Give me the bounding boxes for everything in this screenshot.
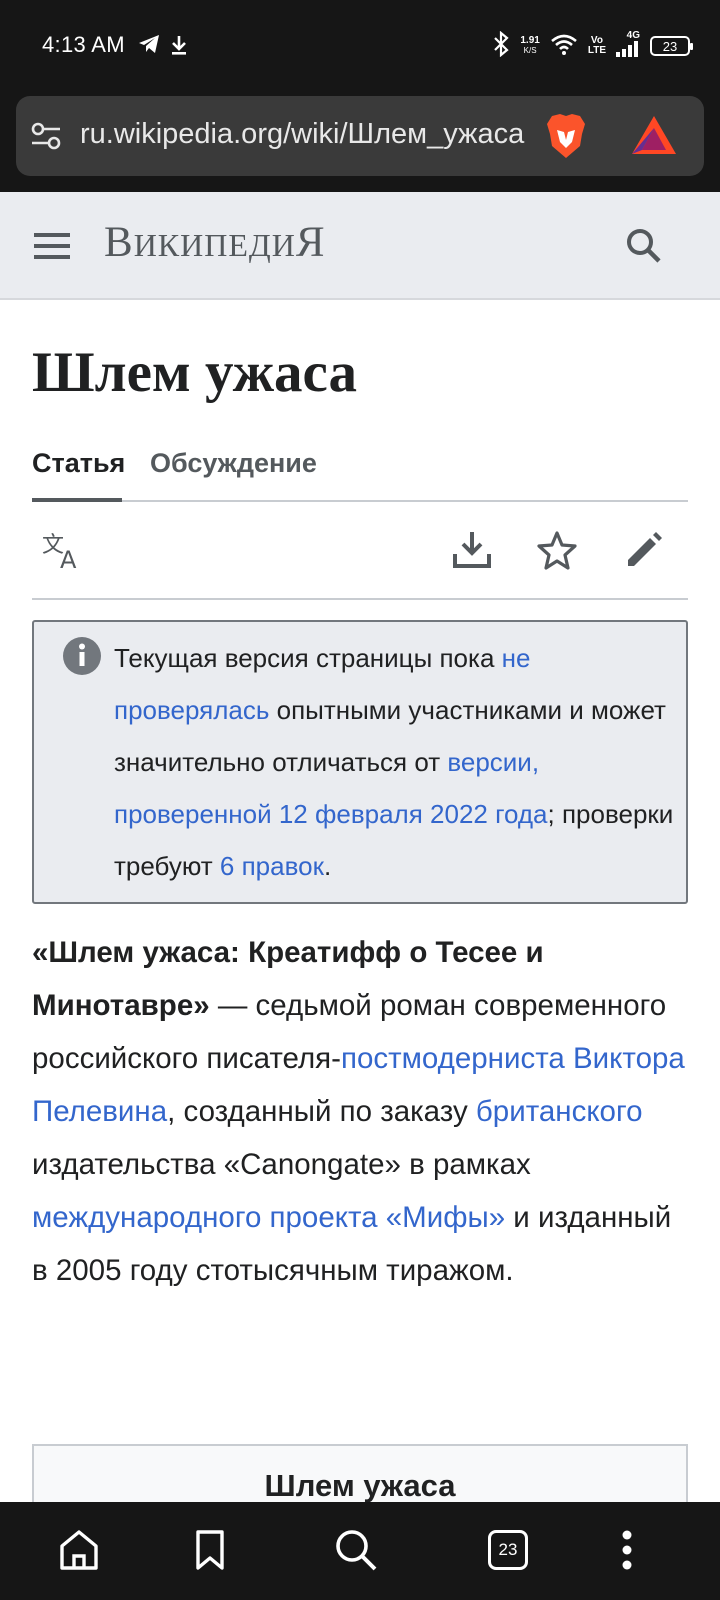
battery-icon: 23 bbox=[650, 36, 693, 56]
page-actions: 文 A bbox=[32, 504, 688, 600]
british-link[interactable]: британского bbox=[476, 1095, 643, 1128]
page-title: Шлем ужаса bbox=[32, 341, 358, 404]
signal-group: 4G bbox=[616, 29, 640, 62]
telegram-icon bbox=[138, 34, 160, 59]
signal-icon bbox=[616, 40, 640, 62]
search-icon[interactable] bbox=[334, 1528, 378, 1577]
postmodernism-link[interactable]: постмодерниста bbox=[341, 1042, 565, 1075]
home-icon[interactable] bbox=[58, 1528, 100, 1577]
download-icon[interactable] bbox=[452, 530, 492, 575]
net-speed-unit: K/S bbox=[523, 46, 537, 55]
myths-project-link[interactable]: международного проекта «Мифы» bbox=[32, 1201, 505, 1234]
search-icon[interactable] bbox=[624, 226, 664, 271]
wiki-header: ВИКИПЕДИЯ bbox=[0, 192, 720, 300]
logo-letter-1: В bbox=[104, 219, 134, 266]
logo-letters: ИКИПЕДИ bbox=[133, 227, 296, 263]
status-time: 4:13 AM bbox=[42, 32, 125, 57]
brave-rewards-icon[interactable] bbox=[630, 114, 678, 163]
tab-discussion[interactable]: Обсуждение bbox=[150, 448, 317, 479]
tabs-icon[interactable]: 23 bbox=[488, 1530, 528, 1570]
lead-paragraph: «Шлем ужаса: Креатифф о Тесее и Минотавр… bbox=[32, 926, 692, 1297]
volte-indicator: Vo LTE bbox=[588, 36, 606, 56]
wifi-icon bbox=[550, 33, 578, 60]
volte-bottom: LTE bbox=[587, 45, 606, 56]
browser-toolbar: ru.wikipedia.org/wiki/Шлем_ужаса bbox=[0, 94, 720, 192]
svg-text:A: A bbox=[60, 546, 77, 570]
infobox-title: Шлем ужаса bbox=[264, 1468, 456, 1503]
status-right-group: 1.91 K/S Vo LTE 4G 23 bbox=[492, 29, 693, 62]
lead-text-2 bbox=[565, 1042, 573, 1075]
notice-text: Текущая версия страницы пока не проверял… bbox=[114, 632, 674, 892]
info-icon bbox=[62, 636, 102, 681]
language-icon[interactable]: 文 A bbox=[42, 530, 86, 575]
notice-text-1: Текущая версия страницы пока bbox=[114, 643, 502, 673]
brave-shields-icon[interactable] bbox=[544, 112, 588, 165]
tab-article[interactable]: Статья bbox=[32, 448, 125, 479]
network-type: 4G bbox=[626, 29, 640, 41]
battery-level: 23 bbox=[662, 38, 678, 54]
wikipedia-logo[interactable]: ВИКИПЕДИЯ bbox=[104, 218, 326, 267]
net-speed-value: 1.91 bbox=[520, 35, 540, 46]
notice-text-4: . bbox=[323, 851, 332, 881]
url-text[interactable]: ru.wikipedia.org/wiki/Шлем_ужаса bbox=[80, 118, 540, 151]
logo-letter-2: Я bbox=[295, 219, 326, 266]
more-menu-icon[interactable] bbox=[620, 1528, 634, 1577]
lead-text-3: , созданный по заказу bbox=[167, 1095, 476, 1128]
browser-bottom-nav: 23 bbox=[0, 1502, 720, 1600]
page-tabs: Статья Обсуждение bbox=[32, 440, 688, 502]
net-speed: 1.91 K/S bbox=[520, 36, 539, 56]
bluetooth-icon bbox=[492, 30, 510, 62]
site-settings-icon[interactable] bbox=[30, 120, 62, 157]
edit-pencil-icon[interactable] bbox=[624, 530, 664, 575]
unreviewed-notice: Текущая версия страницы пока не проверял… bbox=[32, 620, 688, 904]
tabs-count: 23 bbox=[498, 1540, 518, 1559]
download-icon bbox=[170, 34, 188, 61]
lead-text-4: издательства «Canongate» в рамках bbox=[32, 1148, 531, 1181]
watch-star-icon[interactable] bbox=[536, 530, 578, 575]
main-menu-icon[interactable] bbox=[34, 230, 70, 267]
bookmark-icon[interactable] bbox=[194, 1528, 226, 1577]
pending-edits-link[interactable]: 6 правок bbox=[220, 851, 324, 881]
address-bar[interactable]: ru.wikipedia.org/wiki/Шлем_ужаса bbox=[16, 96, 704, 176]
active-tab-indicator bbox=[32, 498, 122, 502]
status-bar: 4:13 AM 1.91 K/S Vo LTE 4G 23 bbox=[0, 0, 720, 94]
